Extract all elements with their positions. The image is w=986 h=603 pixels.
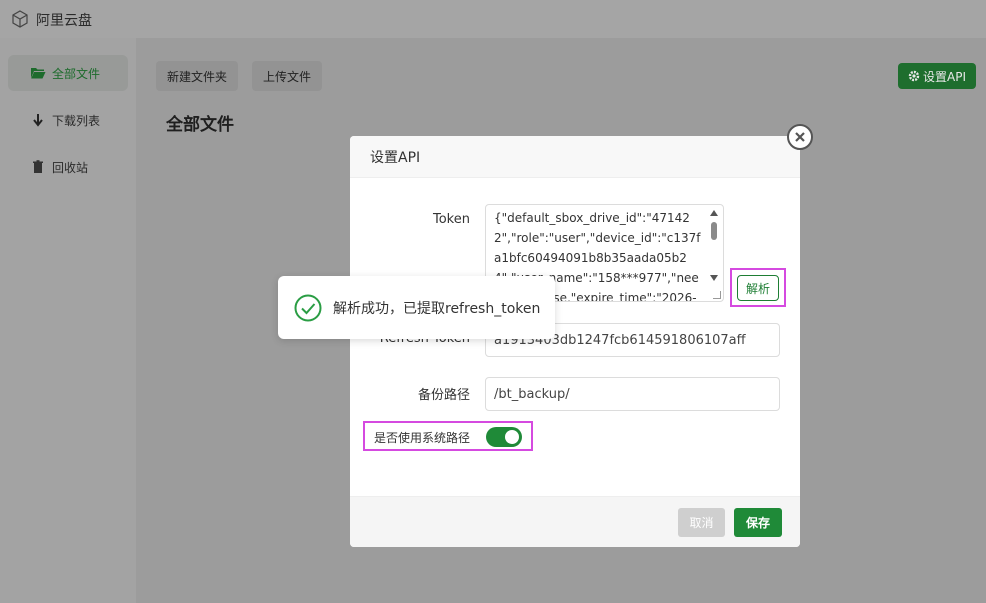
new-folder-button[interactable]: 新建文件夹 (156, 61, 239, 91)
toggle-knob (505, 430, 519, 444)
set-api-button[interactable]: 设置API (898, 63, 976, 89)
check-circle-icon (294, 294, 322, 321)
resize-grip-icon[interactable] (713, 291, 721, 299)
title-bar: 阿里云盘 (0, 0, 986, 38)
scroll-down-arrow-icon[interactable] (710, 275, 718, 281)
trash-icon (33, 160, 43, 173)
textarea-scrollbar[interactable] (707, 207, 721, 299)
system-path-highlight: 是否使用系统路径 (363, 421, 533, 451)
parse-button[interactable]: 解析 (737, 275, 779, 301)
arrow-down-icon (33, 114, 43, 127)
set-api-dialog: 设置API Token {"default_sbox_drive_id":"47… (350, 136, 800, 547)
close-icon (795, 132, 805, 142)
save-button[interactable]: 保存 (734, 508, 782, 537)
cube-icon (12, 10, 28, 28)
cancel-button[interactable]: 取消 (678, 508, 725, 537)
system-path-toggle[interactable] (486, 427, 522, 447)
token-label: Token (433, 212, 470, 227)
dialog-title: 设置API (350, 136, 800, 178)
sidebar-item-trash[interactable]: 回收站 (8, 149, 128, 185)
sidebar-item-label: 回收站 (52, 160, 89, 175)
sidebar-item-label: 下载列表 (52, 113, 101, 128)
sidebar-item-label: 全部文件 (52, 66, 101, 81)
sidebar-item-downloads[interactable]: 下载列表 (8, 102, 128, 138)
backup-path-field[interactable]: /bt_backup/ (485, 377, 780, 411)
toast-message: 解析成功，已提取refresh_token (333, 300, 541, 317)
scroll-up-arrow-icon[interactable] (710, 210, 718, 216)
success-toast: 解析成功，已提取refresh_token (278, 276, 555, 339)
upload-file-button[interactable]: 上传文件 (252, 61, 323, 91)
sidebar-item-all-files[interactable]: 全部文件 (8, 55, 128, 91)
backup-path-label: 备份路径 (417, 388, 470, 403)
set-api-label: 设置API (923, 69, 966, 84)
parse-button-highlight: 解析 (730, 268, 786, 307)
system-path-label: 是否使用系统路径 (374, 431, 471, 445)
app-title: 阿里云盘 (36, 13, 92, 29)
sidebar: 全部文件 下载列表 回收站 (0, 38, 136, 603)
gear-icon (908, 70, 920, 82)
dialog-footer: 取消 保存 (350, 496, 800, 547)
backup-path-value: /bt_backup/ (494, 386, 570, 402)
folder-open-icon (31, 68, 46, 79)
close-dialog-button[interactable] (787, 124, 813, 150)
page-title: 全部文件 (166, 115, 234, 135)
scroll-thumb[interactable] (711, 222, 717, 240)
